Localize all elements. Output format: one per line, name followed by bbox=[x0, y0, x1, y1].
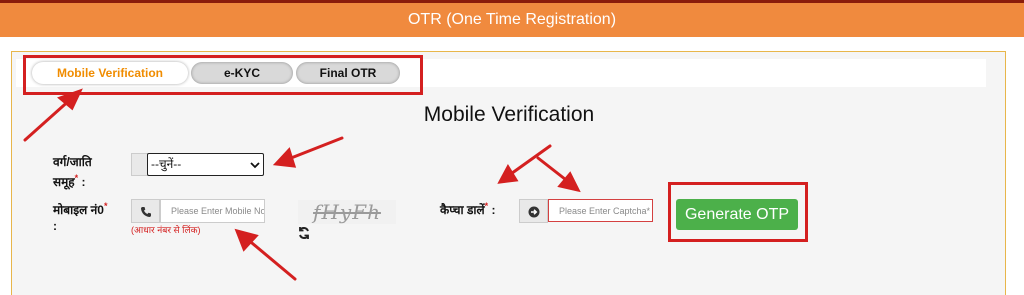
section-title: Mobile Verification bbox=[423, 103, 595, 126]
mobile-hint: (आधार नंबर से लिंक) bbox=[131, 225, 201, 235]
mobile-placeholder: Please Enter Mobile No. bbox=[171, 206, 265, 216]
arrow-circle-icon bbox=[528, 205, 540, 223]
category-select[interactable]: --चुनें-- bbox=[147, 153, 264, 176]
header-title: OTR (One Time Registration) bbox=[407, 11, 617, 28]
category-addon bbox=[131, 153, 148, 176]
category-label-text: वर्ग/जाति समूह bbox=[53, 155, 92, 189]
phone-addon bbox=[131, 199, 160, 223]
mobile-label-text: मोबाइल नं0 bbox=[53, 203, 104, 217]
captcha-placeholder: Please Enter Captcha* bbox=[559, 206, 651, 216]
required-mark: * bbox=[103, 201, 108, 211]
refresh-icon[interactable] bbox=[297, 226, 311, 243]
captcha-input[interactable]: Please Enter Captcha* bbox=[548, 199, 653, 222]
mobile-input[interactable]: Please Enter Mobile No. bbox=[160, 199, 265, 223]
phone-icon bbox=[140, 205, 152, 223]
required-mark: * bbox=[74, 173, 79, 183]
label-colon: : bbox=[81, 175, 86, 189]
required-mark: * bbox=[484, 201, 489, 211]
category-label: वर्ग/जाति समूह* : bbox=[53, 154, 117, 190]
annotation-box-tabs bbox=[23, 55, 423, 95]
label-colon: : bbox=[491, 203, 496, 217]
captcha-addon bbox=[519, 199, 548, 223]
category-selected-value: --चुनें-- bbox=[151, 157, 182, 171]
mobile-label: मोबाइल नं0* : bbox=[53, 198, 123, 234]
chevron-down-icon bbox=[250, 155, 260, 183]
generate-otp-button[interactable]: Generate OTP bbox=[676, 199, 798, 230]
page-header: OTR (One Time Registration) bbox=[0, 3, 1024, 37]
captcha-label-text: कैप्चा डालें bbox=[440, 203, 485, 217]
label-colon: : bbox=[53, 219, 57, 233]
captcha-image: fHyFh bbox=[298, 200, 396, 224]
captcha-label: कैप्चा डालें* : bbox=[440, 198, 510, 218]
